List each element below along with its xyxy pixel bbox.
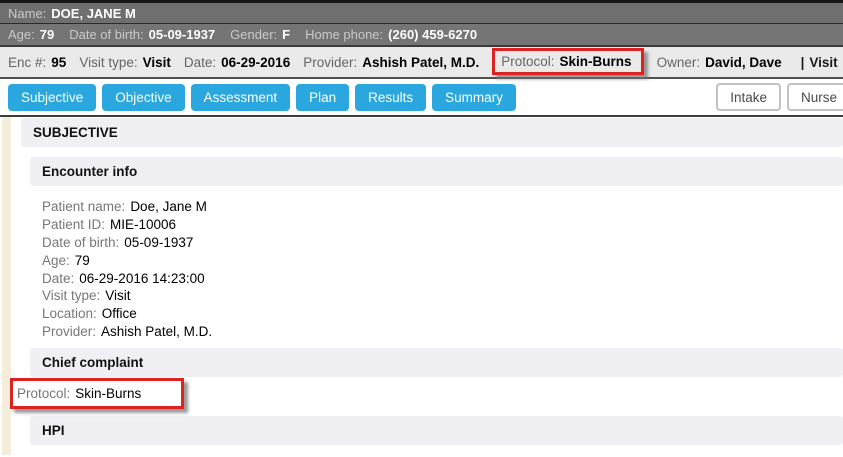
gender-label: Gender: bbox=[230, 27, 277, 42]
info-date: Date: 06-29-2016 14:23:00 bbox=[42, 269, 843, 287]
chief-complaint-heading-text: Chief complaint bbox=[42, 355, 143, 370]
protocol-value: Skin-Burns bbox=[560, 54, 632, 69]
info-patient-id: Patient ID: MIE-10006 bbox=[42, 216, 843, 234]
subjective-heading-text: SUBJECTIVE bbox=[33, 125, 118, 140]
tab-assessment[interactable]: Assessment bbox=[191, 84, 291, 111]
patient-name-banner: Name: DOE, JANE M bbox=[0, 0, 843, 24]
info-provider: Provider: Ashish Patel, M.D. bbox=[42, 323, 843, 341]
right-button-group: Intake Nurse bbox=[716, 83, 843, 111]
info-location: Location: Office bbox=[42, 305, 843, 323]
provider-value: Ashish Patel, M.D. bbox=[362, 55, 479, 70]
pipe-divider: | bbox=[801, 55, 805, 70]
encounter-links: | Visit | View Visit | bbox=[801, 55, 843, 70]
hpi-heading: HPI bbox=[30, 416, 843, 445]
visit-link[interactable]: Visit bbox=[809, 55, 837, 70]
encounter-info-heading-text: Encounter info bbox=[42, 164, 137, 179]
enc-date-field: Date: 06-29-2016 bbox=[184, 55, 290, 70]
nurse-button[interactable]: Nurse bbox=[787, 83, 843, 111]
note-content-area: SUBJECTIVE Encounter info Patient name: … bbox=[0, 117, 843, 455]
info-patient-name: Patient name: Doe, Jane M bbox=[42, 198, 843, 216]
encounter-info-heading: Encounter info bbox=[30, 157, 843, 186]
gender-value: F bbox=[282, 27, 290, 42]
visit-type-value: Visit bbox=[143, 55, 171, 70]
info-visit-type: Visit type: Visit bbox=[42, 287, 843, 305]
tab-plan[interactable]: Plan bbox=[296, 84, 349, 111]
home-phone-label: Home phone: bbox=[305, 27, 383, 42]
owner-field: Owner: David, Dave bbox=[657, 55, 782, 70]
info-age: Age: 79 bbox=[42, 251, 843, 269]
patient-name-field: Name: DOE, JANE M bbox=[8, 6, 136, 21]
owner-value: David, Dave bbox=[705, 55, 782, 70]
owner-label: Owner: bbox=[657, 55, 701, 70]
age-value: 79 bbox=[40, 27, 54, 42]
cc-protocol-value: Skin-Burns bbox=[75, 386, 141, 401]
provider-field: Provider: Ashish Patel, M.D. bbox=[303, 55, 479, 70]
enc-number-label: Enc #: bbox=[8, 55, 46, 70]
protocol-field: Protocol: Skin-Burns bbox=[501, 54, 631, 69]
patient-name-label: Name: bbox=[8, 6, 46, 21]
gender-field: Gender: F bbox=[230, 27, 290, 42]
dob-field: Date of birth: 05-09-1937 bbox=[69, 27, 215, 42]
section-tabs-bar: Subjective Objective Assessment Plan Res… bbox=[0, 79, 843, 117]
dob-value: 05-09-1937 bbox=[149, 27, 216, 42]
intake-button[interactable]: Intake bbox=[716, 83, 781, 111]
chief-complaint-protocol-annotation-box: Protocol: Skin-Burns bbox=[10, 378, 184, 409]
info-dob: Date of birth: 05-09-1937 bbox=[42, 234, 843, 252]
enc-date-value: 06-29-2016 bbox=[221, 55, 290, 70]
visit-type-field: Visit type: Visit bbox=[79, 55, 171, 70]
home-phone-value: (260) 459-6270 bbox=[388, 27, 477, 42]
cc-protocol-label: Protocol: bbox=[17, 386, 70, 401]
patient-demographics-banner: Age: 79 Date of birth: 05-09-1937 Gender… bbox=[0, 24, 843, 47]
enc-number-value: 95 bbox=[51, 55, 66, 70]
tab-summary[interactable]: Summary bbox=[432, 84, 516, 111]
enc-number-field: Enc #: 95 bbox=[8, 55, 66, 70]
tab-objective[interactable]: Objective bbox=[102, 84, 184, 111]
visit-type-label: Visit type: bbox=[79, 55, 137, 70]
age-field: Age: 79 bbox=[8, 27, 54, 42]
provider-label: Provider: bbox=[303, 55, 357, 70]
tab-results[interactable]: Results bbox=[355, 84, 426, 111]
hpi-heading-text: HPI bbox=[42, 423, 65, 438]
enc-date-label: Date: bbox=[184, 55, 216, 70]
dob-label: Date of birth: bbox=[69, 27, 143, 42]
tab-subjective[interactable]: Subjective bbox=[8, 84, 96, 111]
patient-name-value: DOE, JANE M bbox=[51, 6, 136, 21]
subjective-section-heading: SUBJECTIVE bbox=[21, 118, 843, 147]
encounter-info-bar: Enc #: 95 Visit type: Visit Date: 06-29-… bbox=[0, 47, 843, 79]
protocol-label: Protocol: bbox=[501, 54, 554, 69]
protocol-annotation-box: Protocol: Skin-Burns bbox=[492, 48, 643, 75]
home-phone-field: Home phone: (260) 459-6270 bbox=[305, 27, 477, 42]
encounter-info-block: Patient name: Doe, Jane M Patient ID: MI… bbox=[13, 198, 843, 340]
chief-complaint-heading: Chief complaint bbox=[30, 348, 843, 377]
age-label: Age: bbox=[8, 27, 35, 42]
